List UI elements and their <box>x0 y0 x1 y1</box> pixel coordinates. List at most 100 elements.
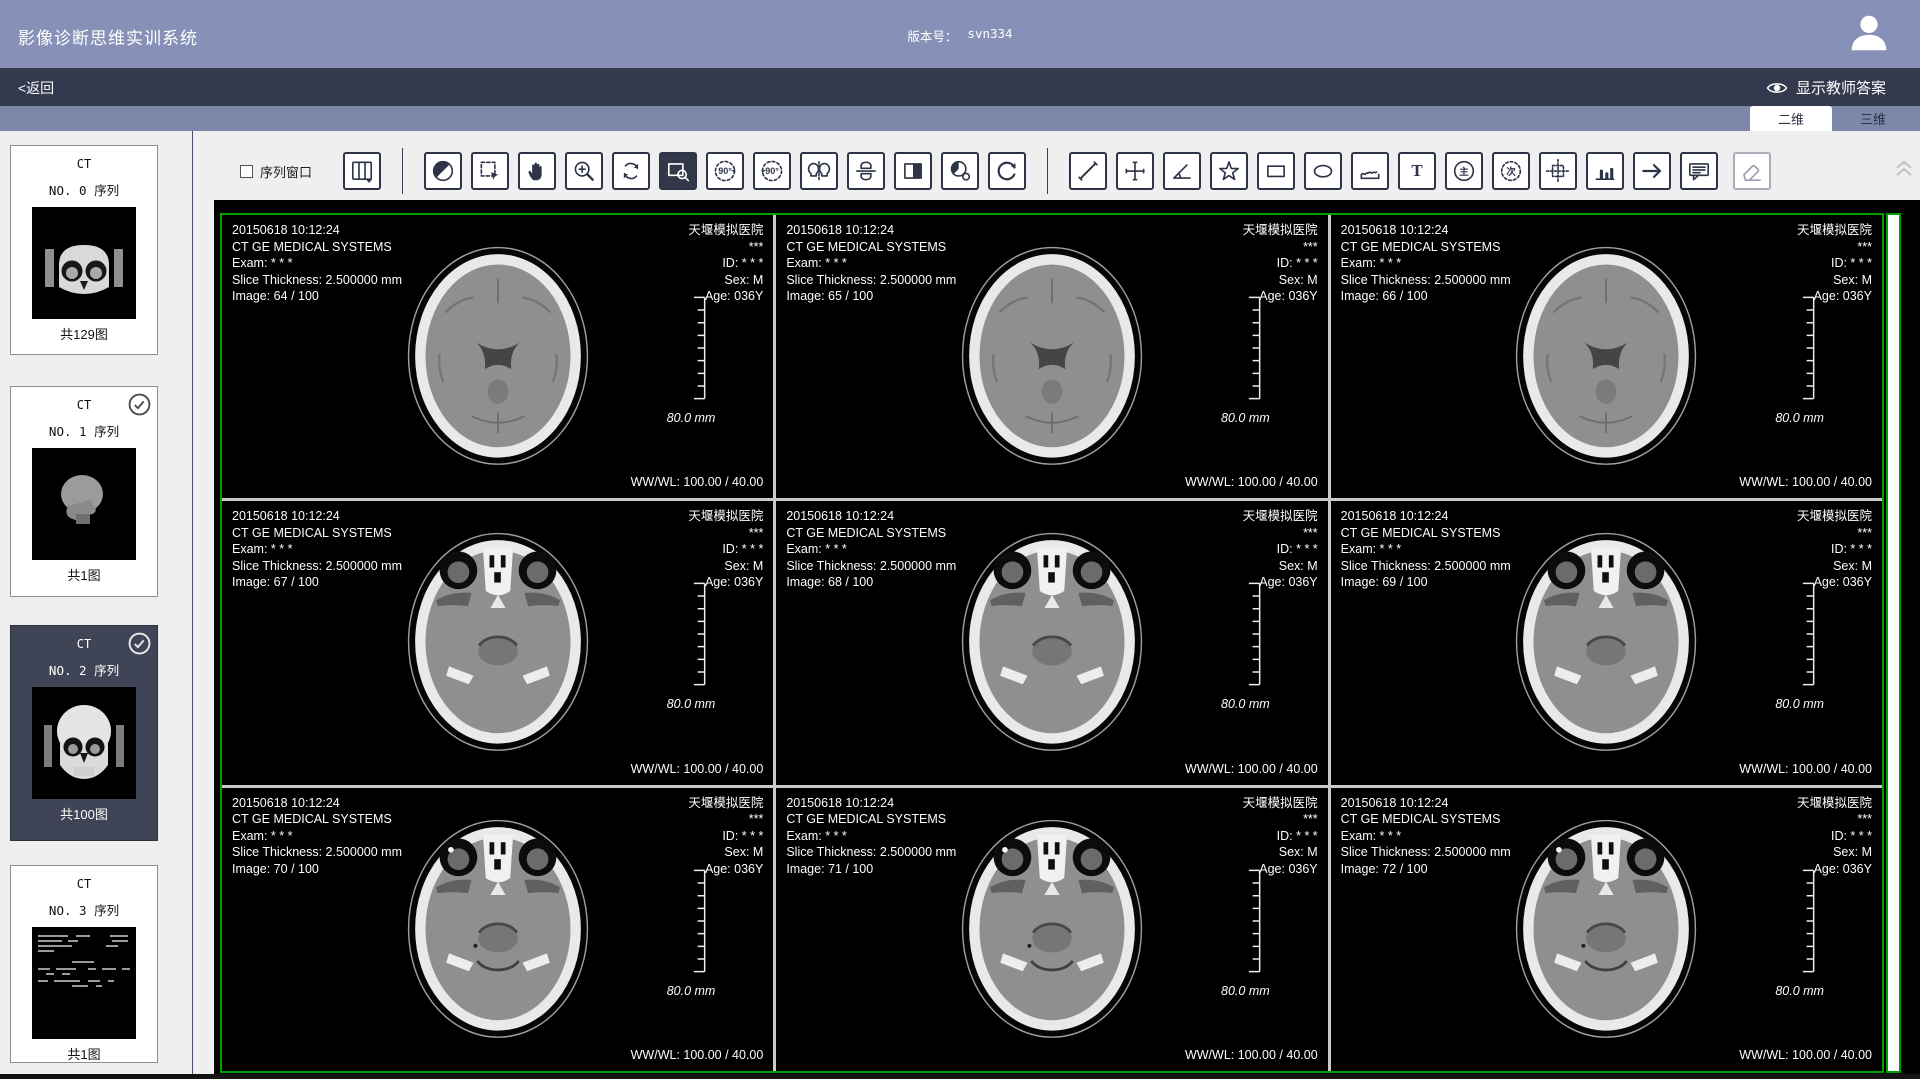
render-sphere-icon <box>430 158 456 184</box>
series-window-checkbox-group[interactable]: 序列窗口 <box>240 162 312 181</box>
ct-slice-image <box>385 804 611 1050</box>
collapse-toolbar-icon[interactable] <box>1893 156 1915 180</box>
overlay-stars: *** <box>1797 525 1872 542</box>
viewer-cell[interactable]: 20150618 10:12:24 CT GE MEDICAL SYSTEMS … <box>222 788 773 1071</box>
scale-ruler-icon <box>1247 291 1262 405</box>
dicom-overlay-topleft: 20150618 10:12:24 CT GE MEDICAL SYSTEMS … <box>232 795 402 878</box>
tool-flip-horizontal-button[interactable] <box>800 152 838 190</box>
layout-grid-icon <box>349 158 375 184</box>
scale-ruler-icon <box>1801 291 1816 405</box>
tool-measure-angle-button[interactable] <box>1163 152 1201 190</box>
tab-3d[interactable]: 三维 <box>1832 106 1914 131</box>
overlay-sex: Sex: M <box>1797 844 1872 861</box>
overlay-exam: Exam: * * * <box>232 541 402 558</box>
mark-primary-label: 主 <box>1459 164 1469 178</box>
image-grid: 20150618 10:12:24 CT GE MEDICAL SYSTEMS … <box>220 213 1884 1073</box>
viewer-cell[interactable]: 20150618 10:12:24 CT GE MEDICAL SYSTEMS … <box>222 215 773 498</box>
scale-ruler-icon <box>692 577 707 691</box>
viewer-cell[interactable]: 20150618 10:12:24 CT GE MEDICAL SYSTEMS … <box>776 788 1327 1071</box>
viewer-cell[interactable]: 20150618 10:12:24 CT GE MEDICAL SYSTEMS … <box>776 215 1327 498</box>
overlay-thickness: Slice Thickness: 2.500000 mm <box>786 844 956 861</box>
title-bar: 影像诊断思维实训系统 版本号： svn334 <box>0 0 1920 68</box>
viewer-cell[interactable]: 20150618 10:12:24 CT GE MEDICAL SYSTEMS … <box>1331 501 1882 784</box>
overlay-device: CT GE MEDICAL SYSTEMS <box>786 811 956 828</box>
overlay-patient-id: ID: * * * <box>1797 255 1872 272</box>
tool-annotate-text-button[interactable]: T <box>1398 152 1436 190</box>
viewer-scrollbar[interactable] <box>1886 213 1901 1073</box>
overlay-image-index: Image: 72 / 100 <box>1341 861 1511 878</box>
tool-rotate-cw-90-button[interactable]: 90° <box>753 152 791 190</box>
overlay-stars: *** <box>1243 525 1318 542</box>
overlay-exam: Exam: * * * <box>786 255 956 272</box>
overlay-stars: *** <box>1797 811 1872 828</box>
series-card-2[interactable]: CT NO. 2 序列 共100图 <box>10 625 158 841</box>
ct-slice-image <box>939 517 1165 763</box>
series-name: NO. 3 序列 <box>11 900 157 919</box>
tool-select-button[interactable] <box>471 152 509 190</box>
series-name: NO. 0 序列 <box>11 180 157 199</box>
window-level-label: WW/WL: 100.00 / 40.00 <box>1185 762 1318 776</box>
tool-roi-ellipse-button[interactable] <box>1304 152 1342 190</box>
series-window-label: 序列窗口 <box>260 162 312 181</box>
series-name: NO. 1 序列 <box>11 421 157 440</box>
series-card-3[interactable]: CT NO. 3 序列 共1图 <box>10 865 158 1063</box>
series-window-checkbox[interactable] <box>240 165 253 178</box>
window-level-icon <box>947 158 973 184</box>
tool-rotate-ccw-90-button[interactable]: 90° <box>706 152 744 190</box>
tool-mark-primary-button[interactable]: 主 <box>1445 152 1483 190</box>
tool-roi-rectangle-button[interactable] <box>1257 152 1295 190</box>
back-button[interactable]: <返回 <box>18 78 54 98</box>
tool-window-level-button[interactable] <box>941 152 979 190</box>
window-level-label: WW/WL: 100.00 / 40.00 <box>631 475 764 489</box>
tool-measure-line-button[interactable] <box>1069 152 1107 190</box>
zoom-in-icon <box>571 158 597 184</box>
overlay-device: CT GE MEDICAL SYSTEMS <box>1341 525 1511 542</box>
window-level-label: WW/WL: 100.00 / 40.00 <box>1185 1048 1318 1062</box>
tab-2d[interactable]: 二维 <box>1750 106 1832 131</box>
tool-render-sphere-button[interactable] <box>424 152 462 190</box>
overlay-device: CT GE MEDICAL SYSTEMS <box>786 525 956 542</box>
viewer-cell[interactable]: 20150618 10:12:24 CT GE MEDICAL SYSTEMS … <box>1331 788 1882 1071</box>
window-level-label: WW/WL: 100.00 / 40.00 <box>1739 762 1872 776</box>
viewer-cell[interactable]: 20150618 10:12:24 CT GE MEDICAL SYSTEMS … <box>776 501 1327 784</box>
tool-flip-vertical-button[interactable] <box>847 152 885 190</box>
tool-mark-star-button[interactable] <box>1210 152 1248 190</box>
tool-zoom-in-button[interactable] <box>565 152 603 190</box>
overlay-hospital: 天堰模拟医院 <box>1797 795 1872 812</box>
tool-zoom-region-button[interactable] <box>659 152 697 190</box>
show-teacher-answer-button[interactable]: 显示教师答案 <box>1766 77 1886 98</box>
viewer-viewport: 20150618 10:12:24 CT GE MEDICAL SYSTEMS … <box>214 200 1920 1079</box>
tool-sync-rotate-button[interactable] <box>612 152 650 190</box>
tool-measure-cross-button[interactable] <box>1116 152 1154 190</box>
tool-eraser-button[interactable] <box>1733 152 1771 190</box>
roi-grid-icon <box>1545 158 1571 184</box>
overlay-image-index: Image: 68 / 100 <box>786 574 956 591</box>
tool-comment-button[interactable] <box>1680 152 1718 190</box>
user-avatar-icon[interactable] <box>1846 10 1892 56</box>
viewer-cell[interactable]: 20150618 10:12:24 CT GE MEDICAL SYSTEMS … <box>222 501 773 784</box>
show-teacher-answer-label: 显示教师答案 <box>1796 77 1886 98</box>
checkmark-icon <box>128 632 151 655</box>
tool-pan-button[interactable] <box>518 152 556 190</box>
tool-histogram-button[interactable] <box>1586 152 1624 190</box>
overlay-patient-id: ID: * * * <box>1797 828 1872 845</box>
overlay-stars: *** <box>688 525 763 542</box>
tool-curve-profile-button[interactable] <box>1351 152 1389 190</box>
scale-label: 80.0 mm <box>1775 984 1824 998</box>
series-card-0[interactable]: CT NO. 0 序列 共129图 <box>10 145 158 355</box>
tool-roi-grid-button[interactable] <box>1539 152 1577 190</box>
series-card-1[interactable]: CT NO. 1 序列 共1图 <box>10 386 158 597</box>
bottom-edge <box>0 1074 1920 1079</box>
viewer-cell[interactable]: 20150618 10:12:24 CT GE MEDICAL SYSTEMS … <box>1331 215 1882 498</box>
overlay-hospital: 天堰模拟医院 <box>688 222 763 239</box>
overlay-image-index: Image: 64 / 100 <box>232 288 402 305</box>
series-thumbnail <box>32 448 136 560</box>
overlay-datetime: 20150618 10:12:24 <box>1341 508 1511 525</box>
flip-horizontal-icon <box>806 158 832 184</box>
tool-reset-button[interactable] <box>988 152 1026 190</box>
tool-mark-secondary-button[interactable]: 次 <box>1492 152 1530 190</box>
tool-layout-grid-button[interactable] <box>343 152 381 190</box>
version-info: 版本号： svn334 <box>907 26 1012 45</box>
tool-invert-button[interactable] <box>894 152 932 190</box>
tool-mark-arrow-button[interactable] <box>1633 152 1671 190</box>
